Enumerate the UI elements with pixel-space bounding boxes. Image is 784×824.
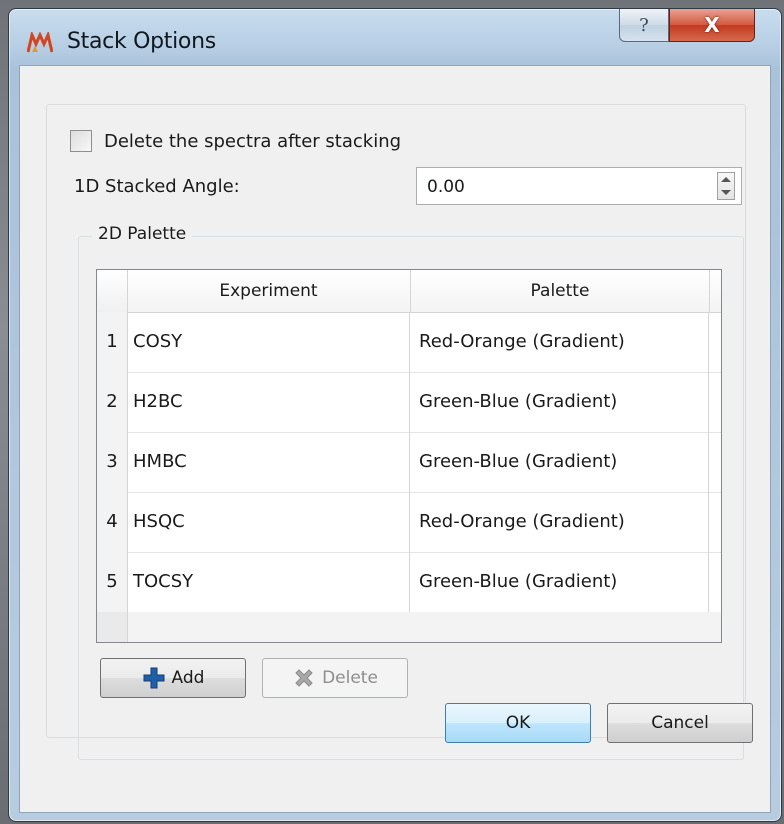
stacked-angle-label: 1D Stacked Angle: xyxy=(74,176,240,197)
close-icon: X xyxy=(704,13,720,37)
column-header-experiment[interactable]: Experiment xyxy=(127,270,411,312)
table-row[interactable]: 1 COSY Red-Orange (Gradient) xyxy=(97,312,721,373)
table-row[interactable]: 2 H2BC Green-Blue (Gradient) xyxy=(97,372,721,433)
ok-button[interactable]: OK xyxy=(445,703,591,743)
experiment-cell[interactable]: HSQC xyxy=(133,492,410,552)
add-button-label: Add xyxy=(171,668,205,688)
row-number[interactable]: 2 xyxy=(97,372,128,432)
x-cross-icon xyxy=(295,669,313,687)
mnova-app-icon xyxy=(27,32,53,53)
delete-spectra-checkbox[interactable] xyxy=(70,130,92,152)
delete-button[interactable]: Delete xyxy=(262,658,408,698)
window-title: Stack Options xyxy=(67,29,216,54)
stacked-angle-value[interactable]: 0.00 xyxy=(427,177,465,197)
plus-icon xyxy=(143,667,165,689)
stack-options-dialog: Stack Options ? X Delete the spectra aft… xyxy=(8,8,782,822)
experiment-cell[interactable]: H2BC xyxy=(133,372,410,432)
palette-cell[interactable]: Green-Blue (Gradient) xyxy=(411,432,709,492)
title-bar[interactable]: Stack Options ? X xyxy=(9,9,781,73)
help-icon: ? xyxy=(639,14,649,36)
row-number[interactable]: 5 xyxy=(97,552,128,612)
table-row[interactable]: 3 HMBC Green-Blue (Gradient) xyxy=(97,432,721,493)
dialog-client-area: Delete the spectra after stacking 1D Sta… xyxy=(19,65,771,813)
table-row[interactable]: 4 HSQC Red-Orange (Gradient) xyxy=(97,492,721,553)
row-number[interactable]: 1 xyxy=(97,312,128,372)
palette-cell[interactable]: Green-Blue (Gradient) xyxy=(411,372,709,432)
cancel-button-label: Cancel xyxy=(651,713,709,733)
table-header: Experiment Palette xyxy=(97,270,721,313)
caption-buttons: ? X xyxy=(619,9,755,43)
close-button[interactable]: X xyxy=(669,9,755,42)
experiment-cell[interactable]: COSY xyxy=(133,312,410,372)
experiment-cell[interactable]: TOCSY xyxy=(133,552,410,612)
stacked-angle-spinbox[interactable]: 0.00 xyxy=(416,167,742,205)
row-header-empty xyxy=(97,612,128,642)
add-button[interactable]: Add xyxy=(100,658,246,698)
ok-button-label: OK xyxy=(505,713,531,733)
table-empty-area[interactable] xyxy=(97,612,721,642)
cancel-button[interactable]: Cancel xyxy=(607,703,753,743)
spin-down-icon[interactable] xyxy=(721,190,731,195)
help-button[interactable]: ? xyxy=(619,9,669,42)
delete-spectra-option[interactable]: Delete the spectra after stacking xyxy=(70,126,401,156)
spin-arrows[interactable] xyxy=(717,172,735,200)
delete-spectra-label[interactable]: Delete the spectra after stacking xyxy=(104,131,401,152)
experiment-cell[interactable]: HMBC xyxy=(133,432,410,492)
column-header-palette[interactable]: Palette xyxy=(411,270,710,312)
palette-cell[interactable]: Red-Orange (Gradient) xyxy=(411,312,709,372)
table-corner[interactable] xyxy=(97,270,128,312)
row-number[interactable]: 3 xyxy=(97,432,128,492)
row-number[interactable]: 4 xyxy=(97,492,128,552)
palette-table[interactable]: Experiment Palette 1 COSY Red-Orange (Gr… xyxy=(96,269,722,643)
delete-button-label: Delete xyxy=(322,668,378,688)
palette-cell[interactable]: Red-Orange (Gradient) xyxy=(411,492,709,552)
table-row[interactable]: 5 TOCSY Green-Blue (Gradient) xyxy=(97,552,721,613)
palette-group-title: 2D Palette xyxy=(92,224,193,244)
palette-cell[interactable]: Green-Blue (Gradient) xyxy=(411,552,709,612)
spin-up-icon[interactable] xyxy=(721,177,731,182)
